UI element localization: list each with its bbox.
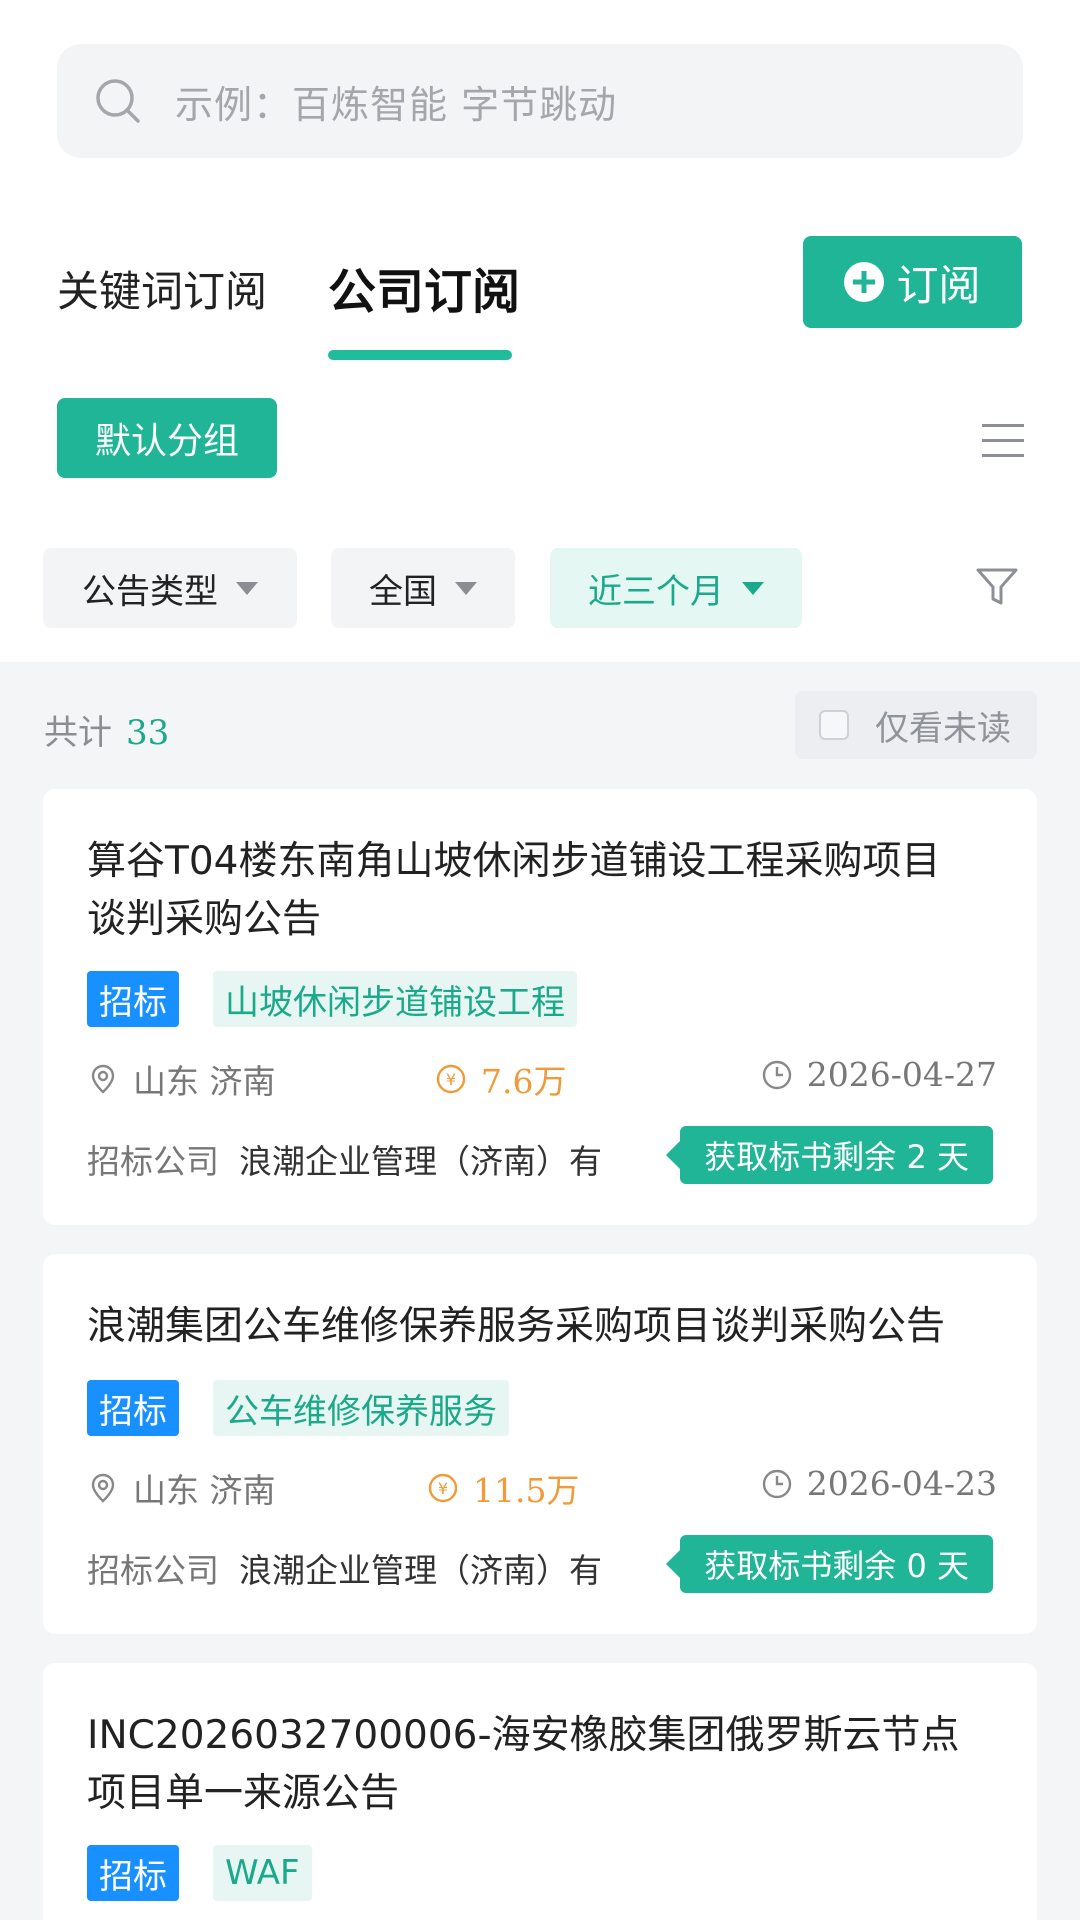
location-pin-icon <box>91 1473 115 1503</box>
search-placeholder: 示例：百炼智能 字节跳动 <box>175 82 618 127</box>
header-area: 示例：百炼智能 字节跳动 关键词订阅 公司订阅 订阅 默认分组 公告类型 全国 … <box>0 0 1080 662</box>
subscribe-button[interactable]: 订阅 <box>803 236 1022 328</box>
search-input[interactable]: 示例：百炼智能 字节跳动 <box>57 44 1023 158</box>
announcement-card[interactable]: 算谷T04楼东南角山坡休闲步道铺设工程采购项目谈判采购公告 招标 山坡休闲步道铺… <box>43 789 1037 1225</box>
type-tag: 招标 <box>87 1380 179 1436</box>
meta-row: 山东 济南 ¥ 11.5万 2026-04-23 <box>87 1464 997 1514</box>
location-text: 山东 济南 <box>133 1062 276 1101</box>
date: 2026-04-27 <box>761 1055 997 1094</box>
meta-row: 山东 济南 ¥ 7.6万 2026-04-27 <box>87 1055 997 1105</box>
filter-region[interactable]: 全国 <box>331 548 515 628</box>
checkbox[interactable] <box>819 710 849 740</box>
keyword-tag: 山坡休闲步道铺设工程 <box>213 971 577 1027</box>
location: 山东 济南 <box>87 1055 276 1103</box>
caret-down-icon <box>236 581 258 595</box>
announcement-title: 算谷T04楼东南角山坡休闲步道铺设工程采购项目谈判采购公告 <box>87 839 941 942</box>
location-text: 山东 济南 <box>133 1471 276 1510</box>
announcement-card[interactable]: INC2026032700006-海安橡胶集团俄罗斯云节点项目单一来源公告 招标… <box>43 1663 1037 1920</box>
filter-label: 公告类型 <box>82 571 218 612</box>
filter-label: 近三个月 <box>588 571 724 612</box>
company-name: 浪潮企业管理（济南）有 <box>239 1142 602 1181</box>
amount: ¥ 11.5万 <box>427 1464 579 1512</box>
caret-down-icon <box>742 581 764 595</box>
tag-row: 招标 公车维修保养服务 <box>87 1380 509 1436</box>
svg-text:¥: ¥ <box>438 1479 448 1498</box>
filter-announcement-type[interactable]: 公告类型 <box>43 548 297 628</box>
company-label: 招标公司 <box>87 1551 219 1590</box>
plus-circle-icon <box>844 262 885 302</box>
filter-time-range[interactable]: 近三个月 <box>550 548 802 628</box>
deadline-badge[interactable]: 获取标书剩余 0 天 <box>666 1535 993 1593</box>
group-chip-default[interactable]: 默认分组 <box>57 398 277 478</box>
company-name: 浪潮企业管理（济南）有 <box>239 1551 602 1590</box>
filter-label: 全国 <box>369 571 437 612</box>
company-row: 招标公司 浪潮企业管理（济南）有 <box>87 1135 602 1183</box>
tag-row: 招标 WAF <box>87 1845 312 1901</box>
keyword-tag: 公车维修保养服务 <box>213 1380 509 1436</box>
unread-only-label: 仅看未读 <box>875 708 1011 749</box>
company-row: 招标公司 浪潮企业管理（济南）有 <box>87 1544 602 1592</box>
caret-down-icon <box>455 581 477 595</box>
location-pin-icon <box>91 1064 115 1094</box>
svg-text:¥: ¥ <box>446 1070 456 1089</box>
search-icon <box>96 79 140 123</box>
yuan-icon: ¥ <box>436 1064 466 1094</box>
tab-keyword-subscription[interactable]: 关键词订阅 <box>57 258 267 319</box>
date-text: 2026-04-27 <box>806 1055 997 1094</box>
date: 2026-04-23 <box>761 1464 997 1503</box>
announcement-title: INC2026032700006-海安橡胶集团俄罗斯云节点项目单一来源公告 <box>87 1713 960 1816</box>
company-label: 招标公司 <box>87 1142 219 1181</box>
unread-only-toggle[interactable]: 仅看未读 <box>795 691 1037 759</box>
count-value: 33 <box>126 713 170 753</box>
location: 山东 济南 <box>87 1464 276 1512</box>
result-count: 共计 33 <box>44 705 169 754</box>
subscribe-button-label: 订阅 <box>896 260 981 310</box>
keyword-tag: WAF <box>213 1845 312 1901</box>
amount-text: 11.5万 <box>473 1471 580 1510</box>
active-tab-indicator <box>328 350 512 360</box>
announcement-card[interactable]: 浪潮集团公车维修保养服务采购项目谈判采购公告 招标 公车维修保养服务 山东 济南… <box>43 1254 1037 1634</box>
amount: ¥ 7.6万 <box>435 1055 566 1103</box>
clock-icon <box>762 1469 791 1498</box>
clock-icon <box>762 1060 791 1089</box>
type-tag: 招标 <box>87 1845 179 1901</box>
funnel-filter-icon[interactable] <box>975 566 1019 608</box>
amount-text: 7.6万 <box>481 1062 567 1101</box>
deadline-badge[interactable]: 获取标书剩余 2 天 <box>666 1126 993 1184</box>
type-tag: 招标 <box>87 971 179 1027</box>
count-label: 共计 <box>44 713 112 753</box>
announcement-title: 浪潮集团公车维修保养服务采购项目谈判采购公告 <box>87 1304 946 1349</box>
yuan-icon: ¥ <box>428 1473 458 1503</box>
date-text: 2026-04-23 <box>806 1464 997 1503</box>
menu-icon[interactable] <box>982 424 1024 458</box>
tab-company-subscription[interactable]: 公司订阅 <box>328 252 520 322</box>
tag-row: 招标 山坡休闲步道铺设工程 <box>87 971 577 1027</box>
